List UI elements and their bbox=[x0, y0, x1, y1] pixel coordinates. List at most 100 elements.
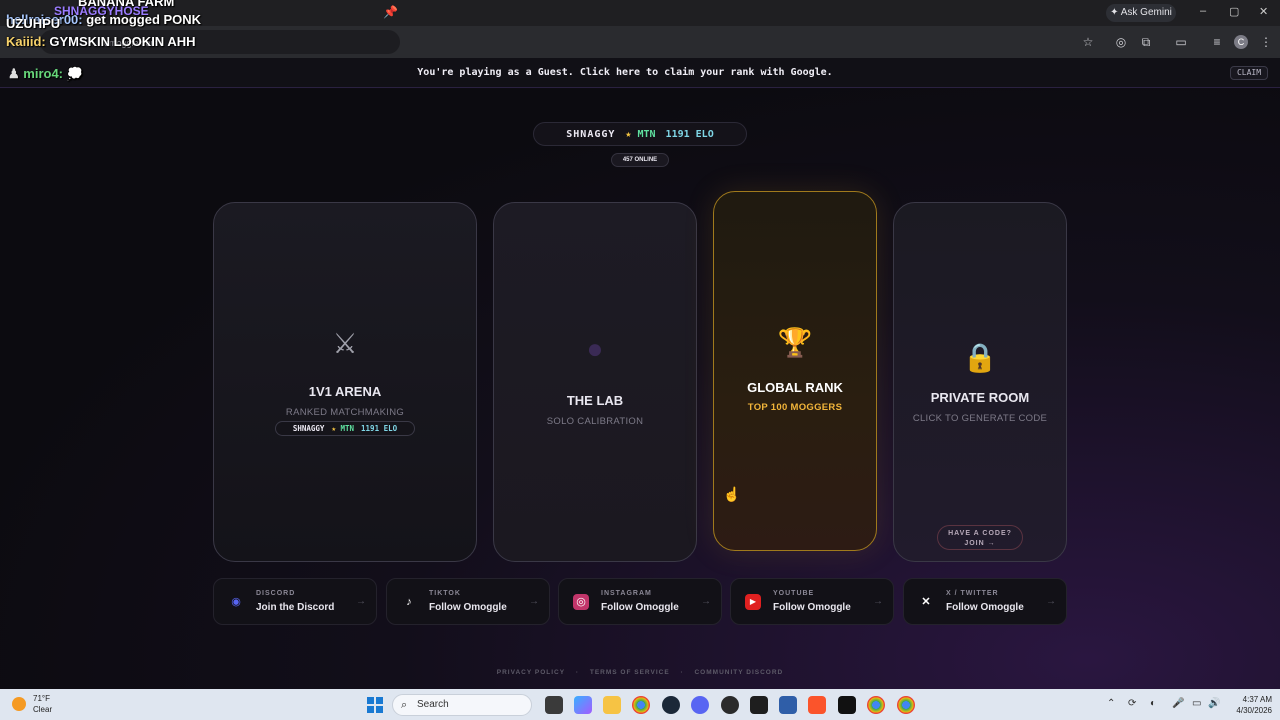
chat-bubble-icon: 💭 bbox=[66, 66, 83, 81]
profile-elo: 1191 ELO bbox=[361, 424, 398, 433]
arrow-right-icon: → bbox=[529, 596, 539, 607]
pin-icon[interactable]: 📌 bbox=[383, 5, 398, 19]
task-view-icon[interactable] bbox=[545, 696, 563, 714]
social-tag: TIKTOK bbox=[429, 590, 461, 597]
info-app-icon[interactable] bbox=[838, 696, 856, 714]
app-icon[interactable] bbox=[750, 696, 768, 714]
streamer-avatar-icon: ♟ bbox=[8, 66, 20, 81]
arrow-right-icon: → bbox=[701, 596, 711, 607]
arrow-right-icon: → bbox=[356, 596, 366, 607]
weather-widget[interactable]: 71°F Clear bbox=[33, 693, 52, 715]
search-icon: ⌕ bbox=[401, 699, 408, 711]
cast-icon[interactable]: ▭ bbox=[1173, 35, 1189, 49]
star-icon: ★ bbox=[625, 128, 632, 140]
clock-time: 4:37 AM bbox=[1242, 695, 1272, 704]
tiktok-icon: ♪ bbox=[406, 596, 412, 608]
ask-gemini-button[interactable]: ✦ Ask Gemini bbox=[1106, 4, 1176, 22]
social-youtube[interactable]: ▶ YOUTUBE Follow Omoggle → bbox=[730, 578, 894, 625]
profile-avatar[interactable]: C bbox=[1234, 35, 1248, 49]
guest-banner[interactable]: You're playing as a Guest. Click here to… bbox=[0, 58, 1280, 88]
guest-banner-text[interactable]: You're playing as a Guest. Click here to… bbox=[0, 67, 1250, 78]
profile-elo: 1191 ELO bbox=[665, 128, 714, 140]
card-subtitle: TOP 100 MOGGERS bbox=[747, 402, 843, 413]
antivirus-icon[interactable]: ◐ bbox=[1150, 698, 1156, 709]
tab-title-overlay: SHNAGGYHOSE bbox=[54, 4, 149, 18]
silhouette-icon: ● bbox=[586, 333, 604, 364]
extension-icon[interactable]: ◎ bbox=[1113, 35, 1129, 49]
chat-overlay-user: ♟ miro4: 💭 bbox=[8, 66, 83, 82]
social-label: Follow Omoggle bbox=[601, 602, 679, 613]
arrow-right-icon: → bbox=[873, 596, 883, 607]
profile-name: SHNAGGY bbox=[566, 128, 616, 140]
lab-card[interactable]: ● THE LAB SOLO CALIBRATION bbox=[493, 202, 697, 562]
maximize-button[interactable]: ▢ bbox=[1229, 5, 1239, 18]
puzzle-icon[interactable]: ⧉ bbox=[1138, 35, 1154, 50]
social-label: Follow Omoggle bbox=[946, 602, 1024, 613]
social-label: Join the Discord bbox=[256, 602, 335, 613]
x-icon: ✕ bbox=[921, 596, 931, 608]
microphone-icon[interactable]: 🎤 bbox=[1172, 698, 1184, 709]
join-code-line2: JOIN → bbox=[964, 540, 996, 547]
social-twitter[interactable]: ✕ X / TWITTER Follow Omoggle → bbox=[903, 578, 1067, 625]
discord-taskbar-icon[interactable] bbox=[691, 696, 709, 714]
social-tiktok[interactable]: ♪ TIKTOK Follow Omoggle → bbox=[386, 578, 550, 625]
search-placeholder: Search bbox=[417, 699, 449, 710]
community-discord-link[interactable]: COMMUNITY DISCORD bbox=[694, 669, 783, 676]
chrome-icon[interactable] bbox=[632, 696, 650, 714]
social-tag: INSTAGRAM bbox=[601, 590, 652, 597]
weather-desc: Clear bbox=[33, 705, 53, 714]
chat-user: Kaiiid: bbox=[6, 34, 46, 49]
media-icon[interactable]: ≡ bbox=[1209, 35, 1225, 49]
sync-icon[interactable]: ⟳ bbox=[1128, 698, 1136, 709]
chrome-active-icon[interactable] bbox=[867, 696, 885, 714]
ask-gemini-label: Ask Gemini bbox=[1120, 7, 1172, 18]
steam-icon[interactable] bbox=[662, 696, 680, 714]
volume-icon[interactable]: 🔊 bbox=[1208, 698, 1220, 709]
chat-line: Kaiiid: GYMSKIN LOOKIN AHH bbox=[6, 34, 266, 52]
terminal-icon[interactable] bbox=[779, 696, 797, 714]
display-icon[interactable]: ▭ bbox=[1192, 698, 1201, 709]
arena-card[interactable]: ⚔ 1V1 ARENA RANKED MATCHMAKING SHNAGGY ★… bbox=[213, 202, 477, 562]
clock[interactable]: 4:37 AM 4/30/2026 bbox=[1222, 694, 1272, 716]
file-explorer-icon[interactable] bbox=[603, 696, 621, 714]
windows-start-icon[interactable] bbox=[367, 697, 383, 713]
menu-icon[interactable]: ⋮ bbox=[1258, 35, 1274, 49]
chat-user: UZUHPU bbox=[6, 16, 61, 31]
profile-name: SHNAGGY bbox=[292, 424, 325, 433]
weather-temp: 71°F bbox=[33, 694, 50, 703]
chat-user: miro4: bbox=[23, 66, 64, 81]
card-title: THE LAB bbox=[566, 393, 624, 408]
brave-icon[interactable] bbox=[808, 696, 826, 714]
minimize-button[interactable]: – bbox=[1200, 5, 1206, 17]
social-tag: YOUTUBE bbox=[773, 590, 815, 597]
footer-separator: · bbox=[680, 669, 684, 676]
social-instagram[interactable]: ◎ INSTAGRAM Follow Omoggle → bbox=[558, 578, 722, 625]
online-count-badge: 457 ONLINE bbox=[611, 153, 669, 167]
chrome-profile-icon[interactable] bbox=[897, 696, 915, 714]
private-room-card[interactable]: 🔒 PRIVATE ROOM CLICK TO GENERATE CODE HA… bbox=[893, 202, 1067, 562]
discord-icon: ◉ bbox=[231, 596, 241, 608]
crossed-swords-icon: ⚔ bbox=[332, 328, 358, 359]
obs-icon[interactable] bbox=[721, 696, 739, 714]
taskbar-search[interactable]: ⌕ Search bbox=[392, 694, 532, 716]
instagram-icon: ◎ bbox=[573, 594, 589, 610]
card-subtitle: CLICK TO GENERATE CODE bbox=[912, 413, 1048, 424]
privacy-policy-link[interactable]: PRIVACY POLICY bbox=[497, 669, 565, 676]
social-discord[interactable]: ◉ DISCORD Join the Discord → bbox=[213, 578, 377, 625]
card-title: 1V1 ARENA bbox=[308, 384, 382, 399]
copilot-icon[interactable] bbox=[574, 696, 592, 714]
youtube-icon: ▶ bbox=[745, 594, 761, 610]
social-tag: DISCORD bbox=[256, 590, 296, 597]
join-code-button[interactable]: HAVE A CODE? JOIN → bbox=[937, 525, 1023, 550]
terms-link[interactable]: TERMS OF SERVICE bbox=[590, 669, 670, 676]
chevron-up-icon[interactable]: ⌃ bbox=[1107, 698, 1115, 709]
close-button[interactable]: ✕ bbox=[1259, 5, 1268, 18]
taskbar: 71°F Clear ⌕ Search ⌃ ⟳ ◐ 🎤 ▭ 🔊 4:37 AM … bbox=[0, 689, 1280, 720]
claim-button[interactable]: CLAIM bbox=[1230, 66, 1268, 80]
footer-links: PRIVACY POLICY · TERMS OF SERVICE · COMM… bbox=[0, 669, 1280, 676]
lock-icon: 🔒 bbox=[962, 342, 998, 373]
card-subtitle: RANKED MATCHMAKING bbox=[285, 407, 405, 418]
arrow-right-icon: → bbox=[1046, 596, 1056, 607]
bookmark-star-icon[interactable]: ☆ bbox=[1080, 35, 1096, 49]
clock-date: 4/30/2026 bbox=[1236, 706, 1272, 715]
